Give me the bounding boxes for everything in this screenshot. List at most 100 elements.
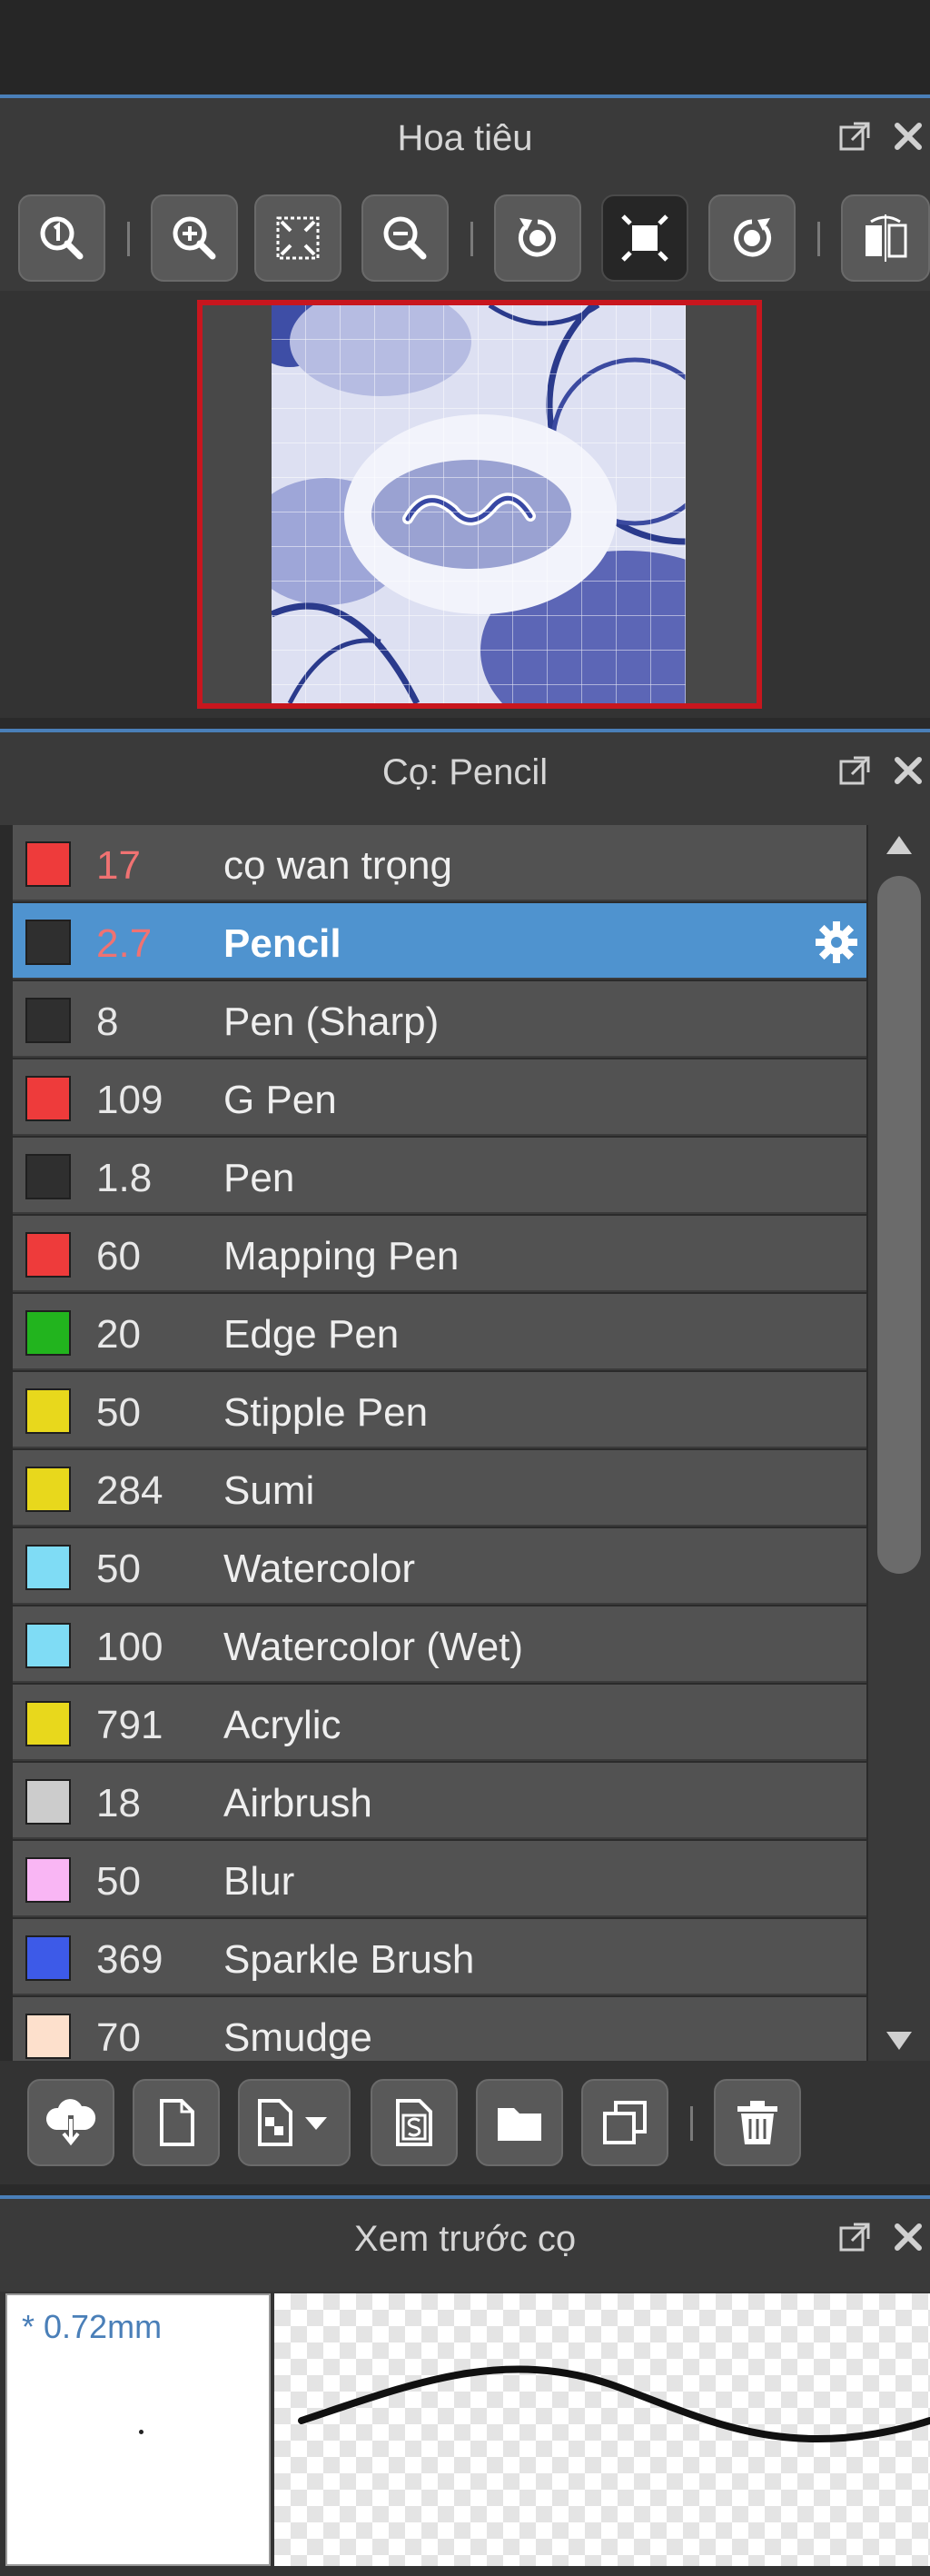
script-page-icon: [396, 2099, 432, 2146]
brush-item-g-pen[interactable]: 109 G Pen: [13, 1059, 866, 1136]
brush-list: 17 cọ wan trọng 2.7 Pencil 8 Pen (Sharp) 109 G …: [13, 825, 866, 2061]
duplicate-brush-button[interactable]: [581, 2079, 668, 2166]
open-folder-button[interactable]: [476, 2079, 563, 2166]
brush-size: 791: [96, 1703, 163, 1747]
brush-item-edge-pen[interactable]: 20 Edge Pen: [13, 1294, 866, 1370]
brush-size: 50: [96, 1859, 141, 1904]
brush-size: 100: [96, 1625, 163, 1669]
brush-item-sparkle-brush[interactable]: 369 Sparkle Brush: [13, 1919, 866, 1995]
brush-size: 1.8: [96, 1156, 153, 1200]
close-icon[interactable]: [888, 2217, 928, 2257]
separator: [817, 222, 820, 256]
brush-size: 284: [96, 1468, 163, 1513]
brush-tip-preview: * 0.72mm: [5, 2293, 271, 2566]
brush-type-dropdown-icon: [258, 2099, 327, 2146]
folder-icon: [498, 2108, 541, 2141]
brush-size: 60: [96, 1234, 141, 1278]
new-brush-button[interactable]: [133, 2079, 220, 2166]
brush-type-dropdown-button[interactable]: [238, 2079, 351, 2166]
rotate-left-icon: [518, 218, 556, 257]
scrollbar-thumb[interactable]: [877, 876, 921, 1574]
brush-size: 50: [96, 1390, 141, 1435]
delete-brush-button[interactable]: [714, 2079, 801, 2166]
brush-color-swatch: [25, 1935, 71, 1981]
brush-color-swatch: [25, 1857, 71, 1903]
zoom-in-button[interactable]: [151, 194, 238, 282]
fit-canvas-button[interactable]: [601, 194, 688, 282]
brush-color-swatch: [25, 1154, 71, 1199]
brush-item-mapping-pen[interactable]: 60 Mapping Pen: [13, 1216, 866, 1292]
brush-name: Watercolor (Wet): [223, 1625, 524, 1669]
brush-list-scrollbar[interactable]: [868, 825, 930, 2061]
brush-item-pen-sharp[interactable]: 8 Pen (Sharp): [13, 981, 866, 1058]
separator: [127, 222, 130, 256]
brush-name: Acrylic: [223, 1703, 341, 1747]
fit-window-icon: [276, 216, 320, 260]
brush-item-stipple-pen[interactable]: 50 Stipple Pen: [13, 1372, 866, 1448]
magnifier-one-icon: [40, 216, 84, 260]
brush-name: Smudge: [223, 2015, 372, 2060]
fit-to-window-button[interactable]: [254, 194, 341, 282]
brush-item-watercolor-wet[interactable]: 100 Watercolor (Wet): [13, 1606, 866, 1683]
script-brush-button[interactable]: [371, 2079, 458, 2166]
brush-item-acrylic[interactable]: 791 Acrylic: [13, 1685, 866, 1761]
brush-size: 17: [96, 843, 141, 888]
brush-color-swatch: [25, 998, 71, 1043]
brush-panel-title: Cọ: Pencil: [381, 752, 549, 792]
brush-item-pencil[interactable]: 2.7 Pencil: [13, 903, 866, 980]
brush-color-swatch: [25, 1623, 71, 1668]
brush-item-airbrush[interactable]: 18 Airbrush: [13, 1763, 866, 1839]
brush-size: 2.7: [96, 921, 153, 966]
navigator-header: Hoa tiêu: [0, 94, 930, 191]
brush-item-blur[interactable]: 50 Blur: [13, 1841, 866, 1917]
popout-icon[interactable]: [836, 116, 876, 156]
brush-color-swatch: [25, 1701, 71, 1746]
brush-size: 70: [96, 2015, 141, 2060]
brush-size-label: * 0.72mm: [22, 2308, 163, 2345]
brush-name: cọ wan trọng: [223, 843, 452, 888]
scroll-up-icon[interactable]: [877, 827, 921, 863]
brush-item-pen[interactable]: 1.8 Pen: [13, 1138, 866, 1214]
close-icon[interactable]: [888, 116, 928, 156]
zoom-in-icon: [173, 216, 216, 260]
brush-size: 369: [96, 1937, 163, 1982]
brush-toolbar: [0, 2061, 930, 2184]
zoom-out-button[interactable]: [361, 194, 449, 282]
flip-horizontal-button[interactable]: [841, 194, 930, 282]
navigator-toolbar: [0, 185, 930, 291]
import-brush-button[interactable]: [27, 2079, 114, 2166]
brush-color-swatch: [25, 1388, 71, 1434]
brush-size: 20: [96, 1312, 141, 1357]
brush-item-smudge[interactable]: 70 Smudge: [13, 1997, 866, 2061]
brush-color-swatch: [25, 1545, 71, 1590]
brush-name: Edge Pen: [223, 1312, 400, 1357]
brush-size: 109: [96, 1078, 163, 1122]
brush-name: Pen: [223, 1156, 295, 1200]
actual-size-button[interactable]: [18, 194, 105, 282]
navigator-preview[interactable]: [0, 291, 930, 718]
brush-color-swatch: [25, 920, 71, 965]
popout-icon[interactable]: [836, 2217, 876, 2257]
brush-preview-header: Xem trước cọ: [0, 2195, 930, 2292]
brush-color-swatch: [25, 1467, 71, 1512]
brush-item-c-wan-tr-ng[interactable]: 17 cọ wan trọng: [13, 825, 866, 901]
popout-icon[interactable]: [836, 751, 876, 791]
rotate-right-button[interactable]: [708, 194, 796, 282]
brush-item-sumi[interactable]: 284 Sumi: [13, 1450, 866, 1527]
close-icon[interactable]: [888, 751, 928, 791]
brush-name: Sparkle Brush: [223, 1937, 475, 1982]
brush-name: G Pen: [223, 1078, 337, 1122]
brush-name: Sumi: [223, 1468, 315, 1513]
navigator-viewport-frame[interactable]: [197, 300, 762, 709]
gear-icon[interactable]: [814, 920, 859, 965]
brush-name: Airbrush: [223, 1781, 372, 1825]
rotate-left-button[interactable]: [494, 194, 581, 282]
stroke-preview: [274, 2293, 930, 2566]
brush-name: Stipple Pen: [223, 1390, 429, 1435]
duplicate-icon: [603, 2101, 647, 2144]
brush-color-swatch: [25, 841, 71, 887]
brush-color-swatch: [25, 1232, 71, 1278]
brush-name: Watercolor: [223, 1547, 416, 1591]
scroll-down-icon[interactable]: [877, 2023, 921, 2059]
brush-item-watercolor[interactable]: 50 Watercolor: [13, 1528, 866, 1605]
